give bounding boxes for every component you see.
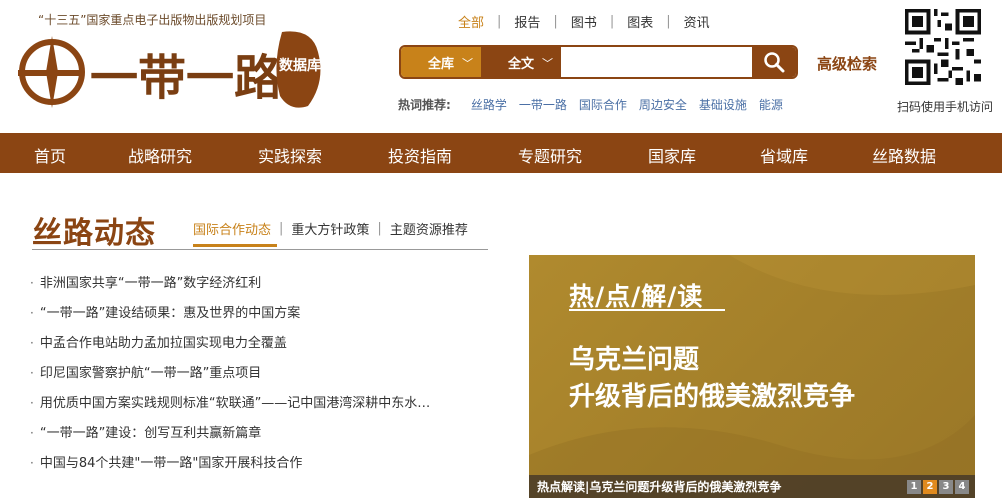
- divider: |: [377, 221, 382, 236]
- top-nav-news[interactable]: 资讯: [671, 12, 723, 31]
- tab-intl-cooperation[interactable]: 国际合作动态: [193, 219, 271, 238]
- main-nav: 首页 战略研究 实践探索 投资指南 专题研究 国家库 省域库 丝路数据: [0, 133, 1002, 173]
- advanced-search-link[interactable]: 高级检索: [817, 53, 877, 74]
- banner-heading-rule: [569, 309, 725, 311]
- bullet: ·: [30, 276, 34, 290]
- nav-topics[interactable]: 专题研究: [518, 143, 582, 167]
- top-nav-reports[interactable]: 报告: [501, 12, 553, 31]
- list-item[interactable]: · “一带一路”建设结硕果：惠及世界的中国方案: [30, 303, 430, 333]
- bullet: ·: [30, 366, 34, 380]
- nav-home[interactable]: 首页: [34, 143, 66, 167]
- search-input[interactable]: [561, 47, 752, 77]
- list-item[interactable]: · 非洲国家共享“一带一路”数字经济红利: [30, 273, 430, 303]
- banner-heading: 热/点/解/读: [569, 282, 704, 311]
- section-title: 丝路动态: [32, 216, 156, 251]
- search-field-select[interactable]: 全文 ﹀: [481, 47, 561, 77]
- carousel-pager: 1 2 3 4: [905, 479, 969, 494]
- tab-major-policies[interactable]: 重大方针政策: [291, 219, 369, 238]
- search-scope-value: 全库: [427, 56, 454, 72]
- hot-keyword[interactable]: 丝路学: [471, 96, 507, 113]
- search-bar: 全库 ﹀ 全文 ﹀: [399, 45, 798, 79]
- nav-practice[interactable]: 实践探索: [258, 143, 322, 167]
- top-nav: 全部 | 报告 | 图书 | 图表 | 资讯: [458, 12, 723, 31]
- bullet: ·: [30, 396, 34, 410]
- search-scope-select[interactable]: 全库 ﹀: [401, 47, 481, 77]
- chevron-down-icon: ﹀: [462, 57, 473, 70]
- active-tab-indicator: [193, 244, 277, 247]
- carousel-page-3[interactable]: 3: [939, 479, 953, 494]
- list-item[interactable]: · 用优质中国方案实践规则标准“软联通”——记中国港湾深耕中东水…: [30, 393, 430, 423]
- news-link[interactable]: 非洲国家共享“一带一路”数字经济红利: [40, 276, 261, 291]
- banner-caption-bar: 热点解读|乌克兰问题升级背后的俄美激烈竞争 1 2 3 4: [529, 475, 975, 498]
- hot-keyword[interactable]: 基础设施: [699, 96, 747, 113]
- site-logo[interactable]: 一带一路 数据库: [14, 26, 324, 112]
- nav-silkroad-data[interactable]: 丝路数据: [872, 143, 936, 167]
- list-item[interactable]: · 中孟合作电站助力孟加拉国实现电力全覆盖: [30, 333, 430, 363]
- logo-main-text: 一带一路: [90, 50, 283, 106]
- tab-theme-resources[interactable]: 主题资源推荐: [390, 219, 468, 238]
- nav-strategy[interactable]: 战略研究: [128, 143, 192, 167]
- banner-caption[interactable]: 热点解读|乌克兰问题升级背后的俄美激烈竞争: [529, 478, 905, 495]
- hot-keywords-label: 热词推荐:: [398, 98, 451, 112]
- carousel-page-4[interactable]: 4: [955, 479, 969, 494]
- qr-caption: 扫码使用手机访问: [897, 100, 994, 114]
- compass-icon: [18, 36, 85, 108]
- qr-code-icon: [905, 9, 981, 85]
- news-link[interactable]: 印尼国家警察护航“一带一路”重点项目: [40, 366, 261, 381]
- top-nav-charts[interactable]: 图表: [614, 12, 666, 31]
- list-item[interactable]: · “一带一路”建设：创写互利共赢新篇章: [30, 423, 430, 453]
- news-link[interactable]: “一带一路”建设：创写互利共赢新篇章: [40, 426, 261, 441]
- hot-keyword[interactable]: 周边安全: [639, 96, 687, 113]
- nav-province-db[interactable]: 省域库: [760, 143, 808, 167]
- news-link[interactable]: 中国与84个共建"一带一路"国家开展科技合作: [40, 456, 303, 471]
- nav-investment[interactable]: 投资指南: [388, 143, 452, 167]
- bullet: ·: [30, 426, 34, 440]
- bullet: ·: [30, 306, 34, 320]
- search-field-value: 全文: [507, 56, 534, 72]
- search-button[interactable]: [752, 47, 796, 77]
- search-icon: [764, 52, 785, 73]
- news-link[interactable]: 用优质中国方案实践规则标准“软联通”——记中国港湾深耕中东水…: [40, 396, 430, 411]
- list-item[interactable]: · 印尼国家警察护航“一带一路”重点项目: [30, 363, 430, 393]
- hot-keyword[interactable]: 一带一路: [519, 96, 567, 113]
- divider: |: [279, 221, 284, 236]
- carousel-page-2[interactable]: 2: [923, 479, 937, 494]
- news-link[interactable]: “一带一路”建设结硕果：惠及世界的中国方案: [40, 306, 300, 321]
- banner-title-line1: 乌克兰问题: [569, 345, 700, 375]
- section-tabs: 国际合作动态 | 重大方针政策 | 主题资源推荐: [193, 219, 468, 238]
- top-nav-all[interactable]: 全部: [458, 12, 497, 31]
- list-item[interactable]: · 中国与84个共建"一带一路"国家开展科技合作: [30, 453, 430, 483]
- logo-seal-text: 数据库: [279, 57, 321, 74]
- logo-seal: 数据库: [276, 31, 321, 108]
- site-header: “十三五”国家重点电子出版物出版规划项目 一带一路 数据库 全部 | 报告 | …: [0, 0, 1002, 133]
- bullet: ·: [30, 336, 34, 350]
- news-link[interactable]: 中孟合作电站助力孟加拉国实现电力全覆盖: [40, 336, 287, 351]
- carousel-page-1[interactable]: 1: [907, 479, 921, 494]
- hot-keyword[interactable]: 国际合作: [579, 96, 627, 113]
- hot-topic-banner[interactable]: 热/点/解/读 乌克兰问题 升级背后的俄美激烈竞争: [529, 255, 975, 498]
- top-nav-books[interactable]: 图书: [558, 12, 610, 31]
- hot-keyword[interactable]: 能源: [759, 96, 783, 113]
- news-list: · 非洲国家共享“一带一路”数字经济红利 · “一带一路”建设结硕果：惠及世界的中国…: [30, 273, 430, 483]
- bullet: ·: [30, 456, 34, 470]
- hot-keywords: 热词推荐: 丝路学 一带一路 国际合作 周边安全 基础设施 能源: [398, 96, 795, 113]
- chevron-down-icon: ﹀: [542, 57, 553, 70]
- section-divider: [32, 249, 488, 250]
- banner-title-line2: 升级背后的俄美激烈竞争: [569, 382, 856, 412]
- nav-country-db[interactable]: 国家库: [648, 143, 696, 167]
